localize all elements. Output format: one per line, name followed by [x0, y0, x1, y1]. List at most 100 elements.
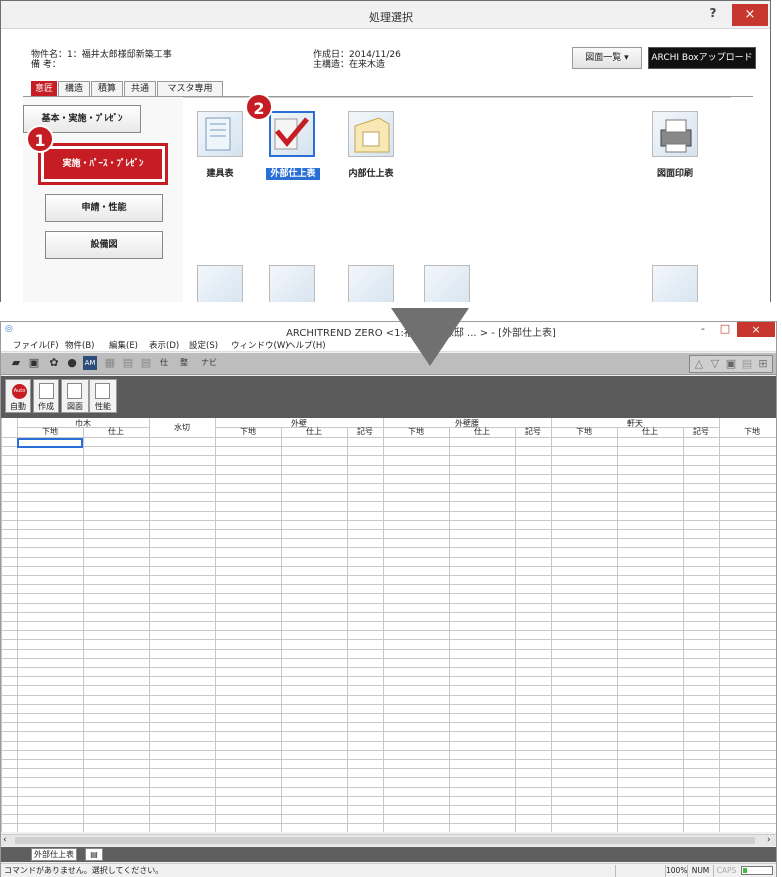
- dialog-close-button[interactable]: ×: [732, 4, 768, 26]
- create-button[interactable]: 作成: [33, 379, 59, 413]
- grid-view-icon[interactable]: ⊞: [756, 357, 770, 371]
- main-structure: 主構造：在来木造: [313, 60, 386, 70]
- menu-window[interactable]: ウィンドウ(W): [231, 339, 289, 351]
- minimize-button[interactable]: -: [693, 322, 713, 337]
- callout-2: 2: [245, 93, 273, 121]
- help-button[interactable]: ?: [704, 6, 722, 24]
- sub-header: 仕上: [474, 427, 490, 436]
- sub-header: 下地: [408, 427, 424, 436]
- tool-icon-a[interactable]: ▦: [103, 356, 117, 370]
- gear-icon[interactable]: ✿: [47, 356, 61, 370]
- drawing-list-button[interactable]: 図面一覧 ▾: [572, 47, 642, 69]
- sheet-tab-add-icon[interactable]: ▤: [85, 848, 103, 861]
- category-detail-button[interactable]: 実施・ﾊﾟｰｽ・ﾌﾟﾚｾﾞﾝ: [38, 143, 168, 185]
- performance-button[interactable]: 性能: [89, 379, 117, 413]
- scroll-left-icon[interactable]: ‹: [3, 835, 7, 846]
- sub-header: 下地: [42, 427, 58, 436]
- app-icon: ◎: [5, 324, 13, 334]
- perspective-icon[interactable]: [348, 265, 394, 302]
- tile-icon[interactable]: ▤: [740, 357, 754, 371]
- status-message: コマンドがありません。選択してください。: [4, 866, 164, 875]
- fittings-table-label[interactable]: 建具表: [180, 168, 260, 180]
- chevron-down-icon: ▾: [624, 53, 629, 63]
- app-titlebar: ◎ ARCHITREND ZERO <1:福井太郎様邸 ... > - [外部仕…: [1, 322, 776, 339]
- interior-finish-icon[interactable]: [348, 111, 394, 157]
- sub-header: 下地: [744, 427, 760, 436]
- layout-icon[interactable]: [424, 265, 470, 302]
- status-zoom: 100%: [665, 865, 688, 877]
- status-caps: CAPS: [713, 865, 739, 877]
- print-icon[interactable]: [652, 111, 698, 157]
- m-icon[interactable]: ●: [65, 356, 79, 370]
- menu-property[interactable]: 物件(B): [65, 339, 94, 351]
- category-equipment-button[interactable]: 設備図: [45, 231, 163, 259]
- sub-header: 下地: [240, 427, 256, 436]
- drawing-button[interactable]: 図面: [61, 379, 89, 413]
- table-grid: [1, 418, 776, 832]
- menu-help[interactable]: ヘルプ(H): [287, 339, 326, 351]
- app-close-button[interactable]: ×: [737, 322, 775, 337]
- am-icon[interactable]: AM: [83, 356, 97, 370]
- finish-tool[interactable]: 仕: [157, 356, 171, 370]
- scroll-right-icon[interactable]: ›: [767, 835, 771, 846]
- section-icon[interactable]: [269, 265, 315, 302]
- menu-view[interactable]: 表示(D): [149, 339, 179, 351]
- created-date: 作成日：2014/11/26: [313, 50, 401, 60]
- active-cell[interactable]: [17, 438, 83, 448]
- menu-bar: ファイル(F) 物件(B) 編集(E) 表示(D) 設定(S) ウィンドウ(W)…: [1, 338, 776, 352]
- interior-finish-label[interactable]: 内部仕上表: [331, 168, 411, 180]
- tab-master[interactable]: マスタ専用: [157, 81, 223, 97]
- elevation-icon[interactable]: [197, 265, 243, 302]
- sub-header: 記号: [693, 427, 709, 436]
- status-num: NUM: [687, 865, 713, 877]
- sub-header: 記号: [357, 427, 373, 436]
- window-icon[interactable]: ▣: [724, 357, 738, 371]
- main-toolbar: ▰ ▣ ✿ ● AM ▦ ▤ ▤ 仕 整 ナビ △ ▽ ▣ ▤ ⊞: [1, 353, 776, 375]
- save-icon[interactable]: ▣: [27, 356, 41, 370]
- category-application-button[interactable]: 申請・性能: [45, 194, 163, 222]
- tab-structure[interactable]: 構造: [58, 81, 90, 97]
- sheet-tab-exterior[interactable]: 外部仕上表: [31, 848, 77, 861]
- status-bar: コマンドがありません。選択してください。 100% NUM CAPS: [1, 863, 776, 877]
- tab-common[interactable]: 共通: [124, 81, 156, 97]
- drawing-icon: [67, 383, 82, 399]
- menu-edit[interactable]: 編集(E): [109, 339, 138, 351]
- tool-icon-b[interactable]: ▤: [121, 356, 135, 370]
- down-arrow-small-icon[interactable]: ▽: [708, 357, 722, 371]
- performance-label: 性能: [95, 402, 111, 411]
- menu-settings[interactable]: 設定(S): [189, 339, 218, 351]
- horizontal-scrollbar[interactable]: ‹ ›: [1, 834, 776, 846]
- drafting-icon[interactable]: [652, 265, 698, 302]
- callout-1: 1: [26, 125, 54, 153]
- fittings-table-icon[interactable]: [197, 111, 243, 157]
- arrange-tool[interactable]: 整: [177, 356, 191, 370]
- exterior-finish-icon[interactable]: [269, 111, 315, 157]
- up-arrow-icon[interactable]: △: [692, 357, 706, 371]
- architrend-window: ◎ ARCHITREND ZERO <1:福井太郎様邸 ... > - [外部仕…: [0, 321, 777, 877]
- process-select-dialog: 処理選択 ? × 物件名：1：福井太郎様邸新築工事 備 考： 作成日：2014/…: [0, 0, 771, 302]
- exterior-finish-label[interactable]: 外部仕上表: [266, 168, 320, 180]
- drawing-list-label: 図面一覧: [585, 53, 622, 63]
- remarks: 備 考：: [31, 60, 61, 70]
- auto-label: 自動: [10, 402, 26, 411]
- open-folder-icon[interactable]: ▰: [9, 356, 23, 370]
- print-label[interactable]: 図面印刷: [635, 168, 715, 180]
- status-empty: [615, 865, 665, 877]
- create-label: 作成: [38, 402, 54, 411]
- menu-file[interactable]: ファイル(F): [13, 339, 59, 351]
- auto-button[interactable]: Auto 自動: [5, 379, 31, 413]
- progress-indicator: [741, 866, 773, 875]
- performance-icon: [95, 383, 110, 399]
- tab-design[interactable]: 意匠: [31, 81, 57, 97]
- command-panel: Auto 自動 作成 図面 性能: [1, 376, 776, 418]
- auto-badge: Auto: [12, 384, 27, 399]
- sheet-tab-bar: 外部仕上表 ▤: [1, 847, 776, 862]
- view-tools: △ ▽ ▣ ▤ ⊞: [689, 355, 773, 373]
- finish-table[interactable]: 巾木 水切 外壁 外壁腰 軒天 下地 仕上 下地 仕上 記号 下地 仕上 記号 …: [1, 418, 776, 832]
- archi-box-upload-button[interactable]: ARCHI Boxアップロード: [648, 47, 756, 69]
- maximize-button[interactable]: □: [715, 322, 735, 337]
- tool-icon-c[interactable]: ▤: [139, 356, 153, 370]
- navi-tool[interactable]: ナビ: [199, 356, 219, 370]
- tab-estimate[interactable]: 積算: [91, 81, 123, 97]
- scroll-thumb[interactable]: [15, 837, 755, 844]
